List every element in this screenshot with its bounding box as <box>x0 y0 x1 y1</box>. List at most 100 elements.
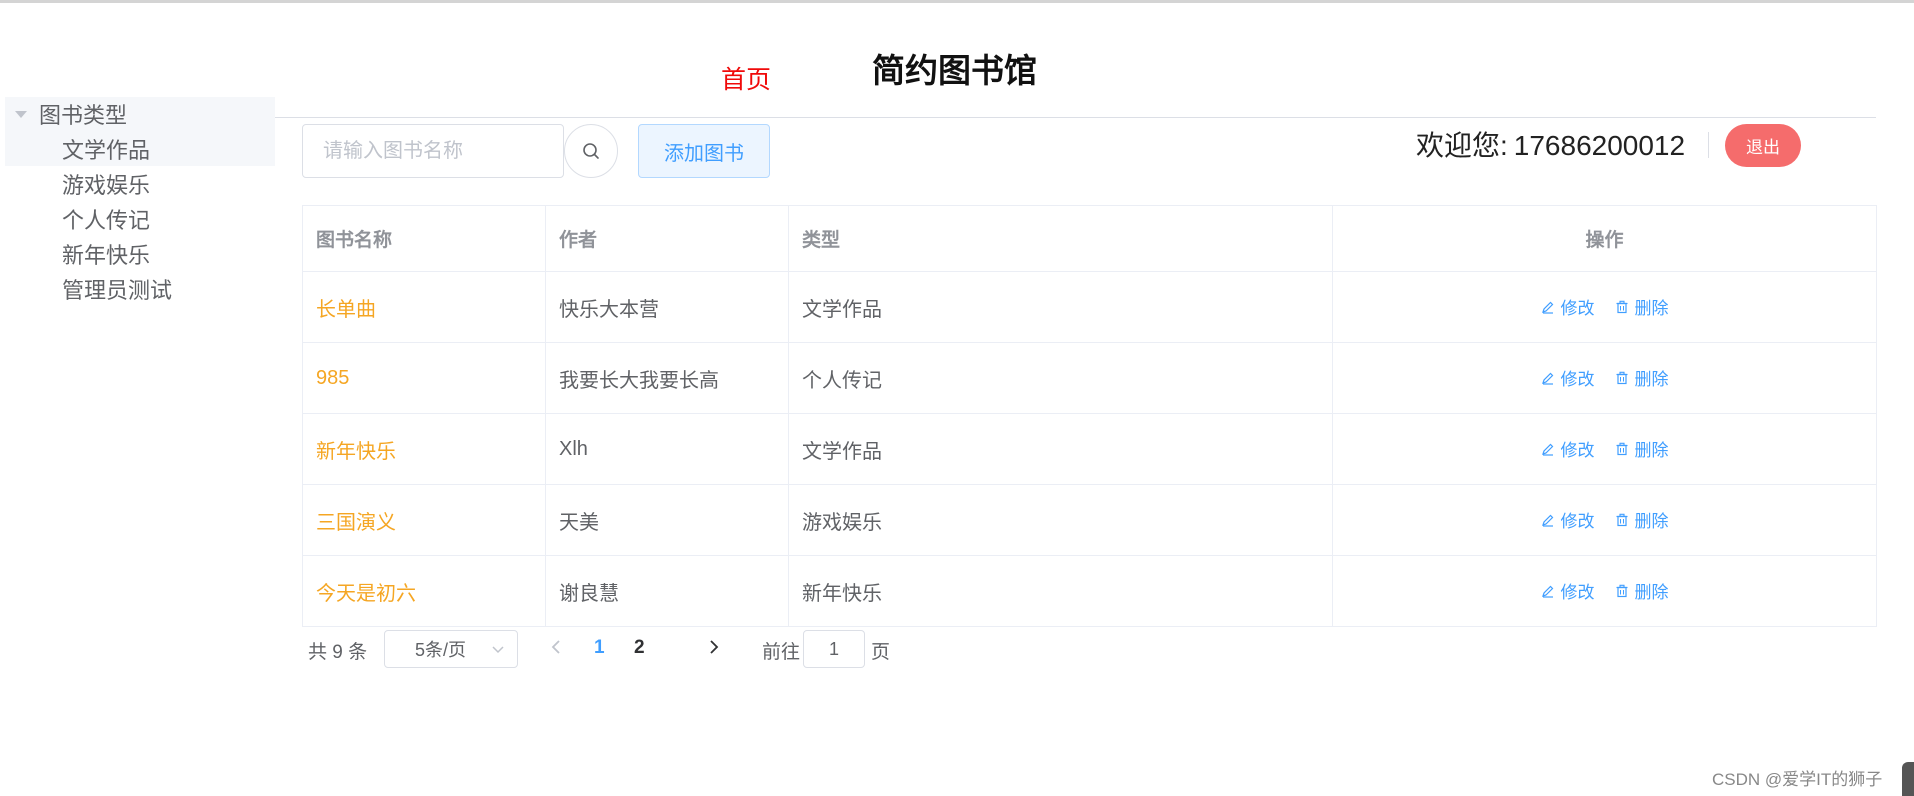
chevron-left-icon <box>551 640 560 654</box>
book-name-cell: 三国演义 <box>302 484 546 556</box>
tree-item-label: 文学作品 <box>62 137 151 163</box>
delete-icon <box>1616 584 1627 597</box>
actions-cell: 修改 删除 <box>1332 413 1877 485</box>
prev-page-button[interactable] <box>548 637 564 663</box>
goto-page-input[interactable] <box>803 630 865 668</box>
type-cell: 个人传记 <box>788 342 1333 414</box>
column-header-actions: 操作 <box>1332 205 1877 272</box>
delete-button[interactable]: 删除 <box>1615 578 1669 603</box>
edit-label: 修改 <box>1560 441 1595 461</box>
search-button[interactable] <box>564 124 618 178</box>
goto-label: 前往 <box>762 642 801 663</box>
edit-button[interactable]: 修改 <box>1541 578 1595 603</box>
tree-item-label: 管理员测试 <box>62 277 173 303</box>
tree-root-book-types[interactable]: 图书类型 <box>5 97 275 131</box>
page-number-2[interactable]: 2 <box>634 637 645 659</box>
table-row: 长单曲 快乐大本营 文学作品 修改 删除 <box>302 271 1877 343</box>
edit-label: 修改 <box>1560 299 1595 319</box>
logout-button[interactable]: 退出 <box>1725 124 1801 167</box>
corner-scroll-handle <box>1902 762 1914 796</box>
page-number-1[interactable]: 1 <box>594 637 605 659</box>
caret-down-icon[interactable] <box>15 110 27 118</box>
type-cell: 游戏娱乐 <box>788 484 1333 556</box>
page-unit-label: 页 <box>871 642 891 663</box>
table-row: 985 我要长大我要长高 个人传记 修改 删除 <box>302 342 1877 414</box>
edit-button[interactable]: 修改 <box>1541 294 1595 319</box>
delete-icon <box>1616 300 1627 313</box>
search-icon <box>583 143 599 159</box>
delete-icon <box>1616 371 1627 384</box>
delete-label: 删除 <box>1634 512 1669 532</box>
edit-icon <box>1541 372 1553 385</box>
column-header-type: 类型 <box>788 205 1333 272</box>
delete-label: 删除 <box>1634 441 1669 461</box>
type-cell: 文学作品 <box>788 271 1333 343</box>
tree-item-new-year[interactable]: 新年快乐 <box>5 236 275 271</box>
tree-root-label: 图书类型 <box>39 103 128 128</box>
tree-item-label: 个人传记 <box>62 207 151 233</box>
delete-label: 删除 <box>1634 583 1669 603</box>
page-title: 简约图书馆 <box>872 52 1037 89</box>
delete-button[interactable]: 删除 <box>1615 294 1669 319</box>
chevron-down-icon <box>492 646 504 654</box>
tree-item-literature[interactable]: 文学作品 <box>5 131 275 166</box>
vertical-divider <box>1708 132 1709 158</box>
book-name-cell: 985 <box>302 342 546 414</box>
pagination: 共 9 条 5条/页 1 2 前往 页 <box>308 629 1008 669</box>
home-link[interactable]: 首页 <box>721 60 771 96</box>
edit-label: 修改 <box>1560 370 1595 390</box>
table-row: 三国演义 天美 游戏娱乐 修改 删除 <box>302 484 1877 556</box>
edit-button[interactable]: 修改 <box>1541 507 1595 532</box>
next-page-button[interactable] <box>706 637 722 663</box>
book-table: 图书名称 作者 类型 操作 长单曲 快乐大本营 文学作品 修改 删除 985 我要长大我要长… <box>302 205 1877 627</box>
delete-button[interactable]: 删除 <box>1615 507 1669 532</box>
edit-button[interactable]: 修改 <box>1541 365 1595 390</box>
delete-button[interactable]: 删除 <box>1615 436 1669 461</box>
book-name-cell: 长单曲 <box>302 271 546 343</box>
author-cell: 我要长大我要长高 <box>545 342 789 414</box>
actions-cell: 修改 删除 <box>1332 484 1877 556</box>
table-header-row: 图书名称 作者 类型 操作 <box>302 205 1877 272</box>
header-divider <box>275 117 1876 118</box>
author-cell: 天美 <box>545 484 789 556</box>
actions-cell: 修改 删除 <box>1332 342 1877 414</box>
welcome-text: 欢迎您: 17686200012 <box>1416 124 1685 164</box>
tree-item-label: 新年快乐 <box>62 242 151 268</box>
type-cell: 文学作品 <box>788 413 1333 485</box>
edit-icon <box>1541 443 1553 456</box>
edit-label: 修改 <box>1560 583 1595 603</box>
add-book-button[interactable]: 添加图书 <box>638 124 770 178</box>
delete-icon <box>1616 513 1627 526</box>
tree-item-admin-test[interactable]: 管理员测试 <box>5 271 275 306</box>
delete-icon <box>1616 442 1627 455</box>
edit-icon <box>1541 585 1553 598</box>
category-tree: 图书类型 文学作品 游戏娱乐 个人传记 新年快乐 管理员测试 <box>5 97 275 306</box>
column-header-author: 作者 <box>545 205 789 272</box>
tree-item-label: 游戏娱乐 <box>62 172 151 198</box>
author-cell: 谢良慧 <box>545 555 789 627</box>
table-body: 长单曲 快乐大本营 文学作品 修改 删除 985 我要长大我要长高 个人传记 修改 删除 新年快乐 X… <box>302 271 1877 627</box>
edit-label: 修改 <box>1560 512 1595 532</box>
search-input[interactable] <box>302 124 564 178</box>
edit-icon <box>1541 514 1553 527</box>
tree-item-games[interactable]: 游戏娱乐 <box>5 166 275 201</box>
table-row: 今天是初六 谢良慧 新年快乐 修改 删除 <box>302 555 1877 627</box>
page-size-select[interactable]: 5条/页 <box>384 630 518 668</box>
tree-item-biography[interactable]: 个人传记 <box>5 201 275 236</box>
book-name-cell: 今天是初六 <box>302 555 546 627</box>
edit-button[interactable]: 修改 <box>1541 436 1595 461</box>
edit-icon <box>1541 301 1553 314</box>
username: 17686200012 <box>1513 130 1686 161</box>
actions-cell: 修改 删除 <box>1332 271 1877 343</box>
book-name-cell: 新年快乐 <box>302 413 546 485</box>
window-top-border <box>0 0 1914 5</box>
column-header-name: 图书名称 <box>302 205 546 272</box>
page-size-value: 5条/页 <box>415 640 467 660</box>
delete-button[interactable]: 删除 <box>1615 365 1669 390</box>
chevron-right-icon <box>710 640 719 654</box>
author-cell: 快乐大本营 <box>545 271 789 343</box>
actions-cell: 修改 删除 <box>1332 555 1877 627</box>
welcome-prefix: 欢迎您: <box>1416 130 1508 161</box>
delete-label: 删除 <box>1634 299 1669 319</box>
pagination-total: 共 9 条 <box>308 642 368 663</box>
